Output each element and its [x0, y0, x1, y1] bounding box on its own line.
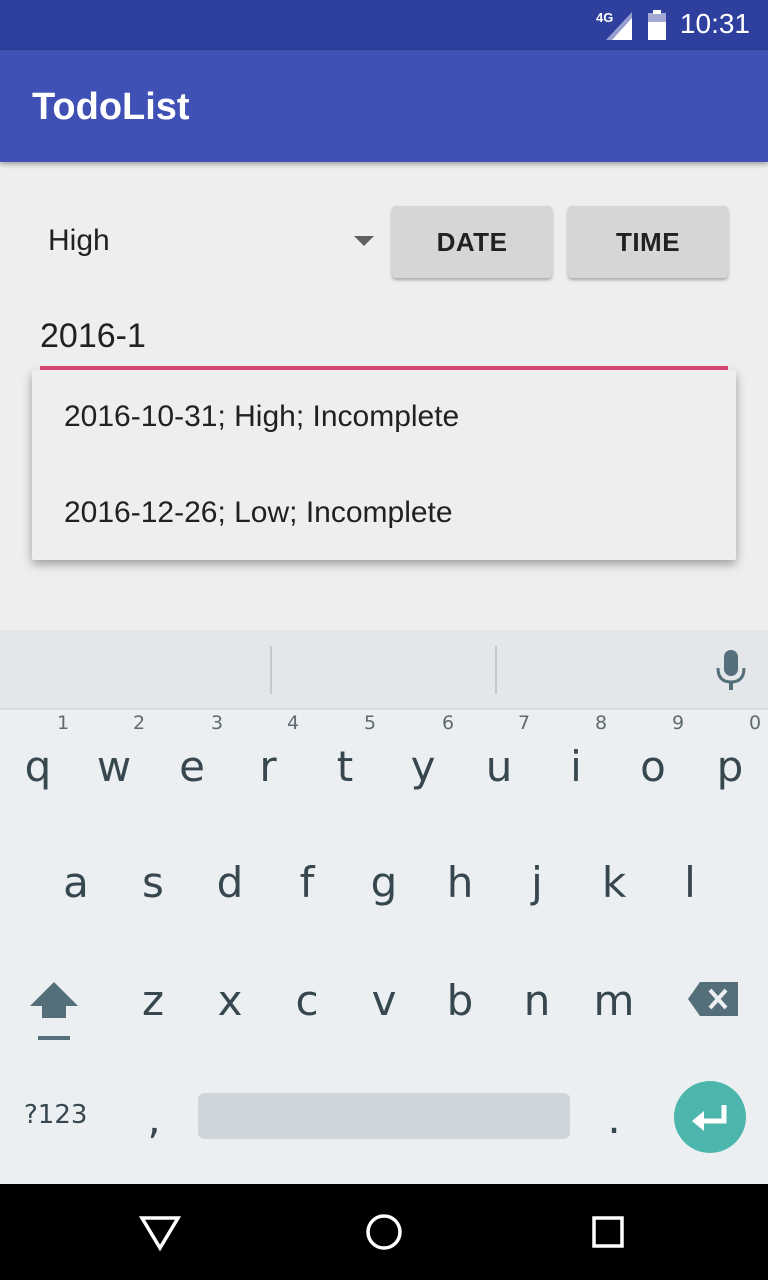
- date-button[interactable]: DATE: [392, 206, 552, 278]
- key-z[interactable]: z: [123, 976, 183, 1025]
- key-hint: 7: [517, 712, 531, 734]
- symbols-key[interactable]: ?123: [24, 1100, 87, 1130]
- suggestion-item[interactable]: 2016-12-26; Low; Incomplete: [64, 496, 453, 530]
- key-n[interactable]: n: [507, 976, 567, 1025]
- battery-icon: [648, 10, 666, 40]
- key-p[interactable]: p: [700, 742, 760, 791]
- priority-spinner[interactable]: High: [32, 206, 382, 278]
- key-hint: 6: [441, 712, 455, 734]
- key-k[interactable]: k: [584, 858, 644, 907]
- back-icon[interactable]: [138, 1214, 182, 1252]
- key-y[interactable]: y: [393, 742, 453, 791]
- spacebar[interactable]: [198, 1093, 570, 1139]
- key-f[interactable]: f: [277, 858, 337, 907]
- key-i[interactable]: i: [546, 742, 606, 791]
- key-t[interactable]: t: [315, 742, 375, 791]
- key-j[interactable]: j: [507, 858, 567, 907]
- key-h[interactable]: h: [430, 858, 490, 907]
- key-q[interactable]: q: [8, 742, 68, 791]
- divider: [495, 646, 497, 694]
- clock: 10:31: [679, 8, 750, 39]
- date-autocomplete-input[interactable]: 2016-1: [40, 300, 728, 370]
- app-title: TodoList: [32, 86, 190, 128]
- keyboard-suggestion-strip: [0, 630, 768, 710]
- key-a[interactable]: a: [46, 858, 106, 907]
- backspace-icon[interactable]: [688, 980, 740, 1020]
- key-b[interactable]: b: [430, 976, 490, 1025]
- enter-icon: [692, 1105, 727, 1131]
- shift-icon[interactable]: [28, 978, 80, 1044]
- status-bar: 4G 10:31: [0, 0, 768, 50]
- key-g[interactable]: g: [354, 858, 414, 907]
- dropdown-arrow-icon: [354, 236, 374, 246]
- comma-key[interactable]: ,: [124, 1094, 184, 1143]
- time-button[interactable]: TIME: [568, 206, 728, 278]
- priority-value: High: [48, 224, 110, 257]
- key-x[interactable]: x: [200, 976, 260, 1025]
- microphone-icon[interactable]: [714, 648, 748, 692]
- navigation-bar: [0, 1184, 768, 1280]
- home-icon[interactable]: [364, 1212, 404, 1252]
- enter-key[interactable]: [674, 1081, 746, 1153]
- key-hint: 8: [594, 712, 608, 734]
- key-hint: 9: [671, 712, 685, 734]
- key-d[interactable]: d: [200, 858, 260, 907]
- autocomplete-dropdown: 2016-10-31; High; Incomplete 2016-12-26;…: [32, 370, 736, 560]
- key-m[interactable]: m: [584, 976, 644, 1025]
- period-key[interactable]: .: [584, 1094, 644, 1143]
- key-hint: 2: [132, 712, 146, 734]
- signal-icon: [606, 12, 632, 40]
- key-hint: 3: [210, 712, 224, 734]
- divider: [270, 646, 272, 694]
- key-e[interactable]: e: [162, 742, 222, 791]
- key-hint: 1: [56, 712, 70, 734]
- key-w[interactable]: w: [84, 742, 144, 791]
- key-o[interactable]: o: [623, 742, 683, 791]
- key-l[interactable]: l: [660, 858, 720, 907]
- key-hint: 0: [748, 712, 762, 734]
- key-u[interactable]: u: [469, 742, 529, 791]
- suggestion-item[interactable]: 2016-10-31; High; Incomplete: [64, 400, 459, 434]
- key-c[interactable]: c: [277, 976, 337, 1025]
- key-s[interactable]: s: [123, 858, 183, 907]
- key-hint: 5: [363, 712, 377, 734]
- key-hint: 4: [286, 712, 300, 734]
- recents-icon[interactable]: [590, 1214, 626, 1250]
- app-bar: TodoList: [0, 50, 768, 162]
- key-r[interactable]: r: [238, 742, 298, 791]
- key-v[interactable]: v: [354, 976, 414, 1025]
